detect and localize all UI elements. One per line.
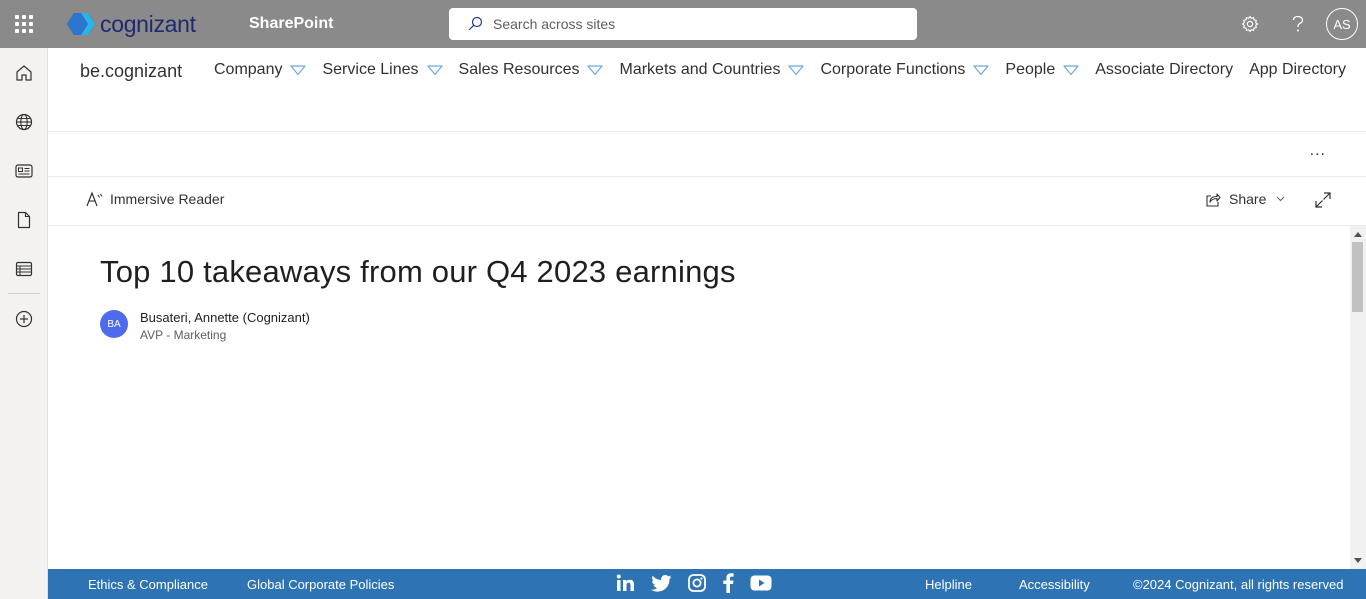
brand-name: cognizant <box>100 10 196 37</box>
chevron-down-icon <box>426 64 443 76</box>
nav-item-app-directory[interactable]: App Directory <box>1249 61 1346 79</box>
files-button[interactable] <box>0 195 48 244</box>
gear-icon <box>1241 15 1259 33</box>
help-button[interactable] <box>1274 0 1322 48</box>
youtube-icon[interactable] <box>750 575 772 591</box>
scroll-thumb[interactable] <box>1352 242 1363 312</box>
sites-button[interactable] <box>0 97 48 146</box>
home-button[interactable] <box>0 48 48 97</box>
reader-command-bar: Immersive Reader Share <box>48 177 1366 226</box>
footer-link-accessibility[interactable]: Accessibility <box>1019 577 1090 592</box>
nav-item-people[interactable]: People <box>1005 61 1079 79</box>
linkedin-icon[interactable] <box>616 574 635 592</box>
instagram-icon[interactable] <box>688 574 706 592</box>
list-icon <box>15 261 33 276</box>
news-icon <box>15 163 33 178</box>
lists-button[interactable] <box>0 244 48 293</box>
copyright-text: ©2024 Cognizant, all rights reserved <box>1133 577 1344 592</box>
article-content: Top 10 takeaways from our Q4 2023 earnin… <box>48 226 1350 569</box>
immersive-reader-label: Immersive Reader <box>110 191 225 207</box>
author-byline: BA Busateri, Annette (Cognizant) AVP - M… <box>100 310 310 342</box>
site-header: be.cognizant Company Service Lines Sales… <box>48 48 1366 132</box>
chevron-down-icon <box>290 64 307 76</box>
social-links <box>608 573 780 593</box>
chevron-down-icon <box>1276 196 1285 202</box>
vertical-scrollbar[interactable] <box>1350 226 1366 569</box>
search-box[interactable] <box>449 8 917 40</box>
chevron-down-icon <box>1063 64 1079 76</box>
footer-link-policies[interactable]: Global Corporate Policies <box>247 577 394 592</box>
author-role: AVP - Marketing <box>140 328 227 342</box>
news-button[interactable] <box>0 146 48 195</box>
create-button[interactable] <box>0 294 48 343</box>
nav-item-service-lines[interactable]: Service Lines <box>322 61 443 79</box>
nav-item-label: App Directory <box>1249 61 1346 78</box>
globe-icon <box>15 113 33 130</box>
nav-item-corporate-functions[interactable]: Corporate Functions <box>820 61 990 79</box>
nav-item-company[interactable]: Company <box>214 61 307 79</box>
nav-item-label: Markets and Countries <box>619 61 781 78</box>
chevron-down-icon <box>788 64 805 76</box>
immersive-reader-button[interactable]: Immersive Reader <box>86 191 224 207</box>
document-icon <box>17 211 31 228</box>
nav-item-associate-directory[interactable]: Associate Directory <box>1095 61 1233 79</box>
footer-link-helpline[interactable]: Helpline <box>925 577 972 592</box>
app-launcher-button[interactable] <box>0 0 48 48</box>
chevron-down-icon <box>587 64 604 76</box>
cognizant-logo-mark-icon <box>67 13 95 35</box>
immersive-reader-icon <box>86 191 103 207</box>
page-title: Top 10 takeaways from our Q4 2023 earnin… <box>100 254 736 289</box>
home-icon <box>16 64 32 81</box>
nav-item-label: Sales Resources <box>458 61 580 78</box>
share-button[interactable]: Share <box>1205 191 1285 207</box>
footer-link-ethics[interactable]: Ethics & Compliance <box>88 577 208 592</box>
nav-item-label: People <box>1005 61 1056 78</box>
top-navigation: Company Service Lines Sales Resources Ma… <box>214 61 1362 79</box>
scroll-down-arrow-icon[interactable] <box>1354 558 1362 563</box>
expand-icon <box>1315 192 1331 208</box>
share-label: Share <box>1229 191 1267 207</box>
facebook-icon[interactable] <box>722 573 734 593</box>
suite-bar: cognizant SharePoint AS <box>0 0 1366 48</box>
share-icon <box>1206 192 1221 207</box>
page-command-bar: ... <box>48 132 1366 177</box>
chevron-down-icon <box>973 64 990 76</box>
more-options-button[interactable]: ... <box>1310 142 1326 160</box>
account-avatar[interactable]: AS <box>1326 8 1358 40</box>
site-footer: Ethics & Compliance Global Corporate Pol… <box>48 569 1366 599</box>
avatar[interactable]: BA <box>100 310 128 338</box>
waffle-icon <box>15 15 33 33</box>
add-icon <box>15 310 33 327</box>
app-bar <box>0 48 48 599</box>
expand-button[interactable] <box>1314 191 1332 214</box>
site-title[interactable]: be.cognizant <box>80 61 182 82</box>
author-name[interactable]: Busateri, Annette (Cognizant) <box>140 310 310 325</box>
nav-item-label: Company <box>214 61 283 78</box>
search-icon <box>468 16 483 31</box>
cognizant-logo[interactable]: cognizant <box>66 11 226 38</box>
app-name[interactable]: SharePoint <box>249 15 333 33</box>
nav-item-label: Associate Directory <box>1095 61 1234 78</box>
settings-button[interactable] <box>1226 0 1274 48</box>
twitter-icon[interactable] <box>651 574 672 592</box>
nav-item-label: Service Lines <box>322 61 419 78</box>
search-input[interactable] <box>493 16 893 32</box>
scroll-up-arrow-icon[interactable] <box>1354 232 1362 237</box>
nav-item-label: Corporate Functions <box>820 61 966 78</box>
nav-item-markets-and-countries[interactable]: Markets and Countries <box>619 61 805 79</box>
help-icon <box>1292 15 1304 32</box>
nav-item-sales-resources[interactable]: Sales Resources <box>459 61 604 79</box>
